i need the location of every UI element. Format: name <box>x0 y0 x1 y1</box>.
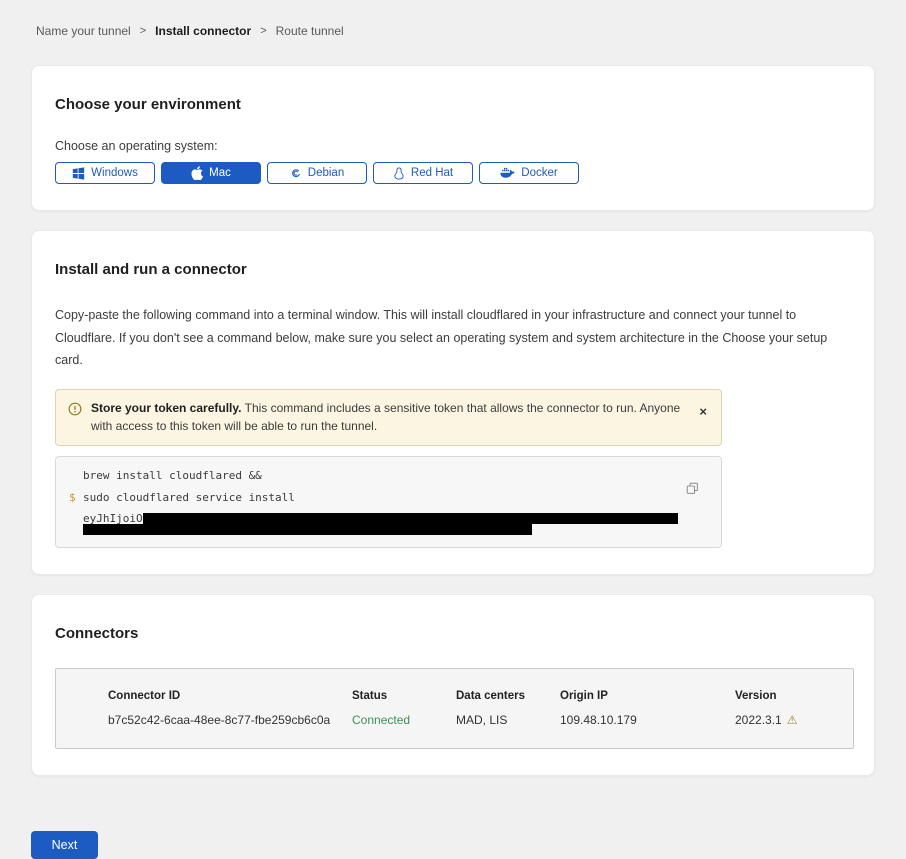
next-button[interactable]: Next <box>31 831 98 859</box>
token-warning-text: Store your token carefully. This command… <box>91 399 690 436</box>
warning-triangle-icon: ⚠ <box>787 713 798 727</box>
terminal-prompt: $ <box>69 492 83 535</box>
data-centers-value: MAD, LIS <box>456 713 560 727</box>
terminal-token-line: eyJhIjoiO <box>83 513 681 524</box>
os-button-group: Windows Mac Debian Red Hat <box>55 162 851 184</box>
environment-card-title: Choose your environment <box>55 96 851 113</box>
breadcrumb: Name your tunnel > Install connector > R… <box>31 0 875 65</box>
connectors-table: Connector ID Status Data centers Origin … <box>55 668 854 749</box>
breadcrumb-step-name-tunnel[interactable]: Name your tunnel <box>36 24 131 38</box>
alert-circle-icon <box>68 402 82 422</box>
os-button-debian[interactable]: Debian <box>267 162 367 184</box>
token-prefix: eyJhIjoiO <box>83 513 143 524</box>
banner-close-icon[interactable]: × <box>699 405 707 418</box>
column-header-origin-ip: Origin IP <box>560 690 735 702</box>
breadcrumb-step-install-connector[interactable]: Install connector <box>155 24 251 38</box>
os-button-label: Red Hat <box>411 167 453 179</box>
windows-logo-icon <box>72 167 85 180</box>
status-badge: Connected <box>352 713 456 727</box>
version-value: 2022.3.1 ⚠ <box>735 713 843 727</box>
table-row: b7c52c42-6caa-48ee-8c77-fbe259cb6c0a Con… <box>108 713 843 727</box>
terminal-line-brew: brew install cloudflared && <box>83 470 681 481</box>
breadcrumb-separator: > <box>260 25 266 37</box>
os-button-mac[interactable]: Mac <box>161 162 261 184</box>
redacted-token-bar <box>83 524 532 535</box>
os-button-windows[interactable]: Windows <box>55 162 155 184</box>
terminal-token-line <box>83 524 681 535</box>
connectors-card: Connectors Connector ID Status Data cent… <box>31 594 875 776</box>
column-header-connector-id: Connector ID <box>108 690 352 702</box>
copy-icon[interactable] <box>686 482 699 498</box>
os-button-docker[interactable]: Docker <box>479 162 579 184</box>
token-warning-banner: Store your token carefully. This command… <box>55 389 722 446</box>
token-warning-title: Store your token carefully. <box>91 401 242 415</box>
install-connector-title: Install and run a connector <box>55 261 851 278</box>
os-select-label: Choose an operating system: <box>55 139 851 153</box>
terminal-line-install: sudo cloudflared service install <box>83 492 681 503</box>
os-button-label: Windows <box>91 167 138 179</box>
redacted-token-bar <box>143 513 678 524</box>
breadcrumb-step-route-tunnel[interactable]: Route tunnel <box>276 24 344 38</box>
version-number: 2022.3.1 <box>735 713 782 727</box>
connectors-title: Connectors <box>55 625 851 642</box>
install-connector-description: Copy-paste the following command into a … <box>55 304 850 372</box>
connector-id-value: b7c52c42-6caa-48ee-8c77-fbe259cb6c0a <box>108 713 352 727</box>
origin-ip-value: 109.48.10.179 <box>560 713 735 727</box>
column-header-data-centers: Data centers <box>456 690 560 702</box>
install-connector-card: Install and run a connector Copy-paste t… <box>31 230 875 575</box>
breadcrumb-separator: > <box>140 25 146 37</box>
column-header-status: Status <box>352 690 456 702</box>
terminal-command-block: brew install cloudflared && $ sudo cloud… <box>55 456 722 548</box>
connectors-table-header: Connector ID Status Data centers Origin … <box>108 690 843 702</box>
os-button-redhat[interactable]: Red Hat <box>373 162 473 184</box>
redhat-logo-icon <box>393 167 405 180</box>
page: Name your tunnel > Install connector > R… <box>0 0 906 776</box>
environment-card: Choose your environment Choose an operat… <box>31 65 875 211</box>
docker-logo-icon <box>500 167 515 179</box>
column-header-version: Version <box>735 690 843 702</box>
os-button-label: Debian <box>308 167 344 179</box>
os-button-label: Docker <box>521 167 557 179</box>
os-button-label: Mac <box>209 167 231 179</box>
debian-logo-icon <box>290 167 302 179</box>
apple-logo-icon <box>191 166 203 180</box>
